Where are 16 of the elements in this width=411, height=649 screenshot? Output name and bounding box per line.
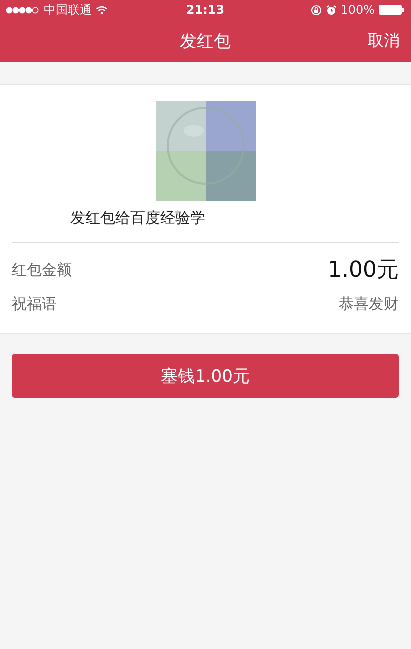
submit-button[interactable]: 塞钱1.00元 (12, 354, 399, 398)
battery-percent: 100% (340, 3, 375, 17)
signal-icon (6, 6, 40, 14)
field-label: 祝福语 (12, 294, 57, 314)
battery-icon (379, 5, 405, 15)
page-title: 发红包 (180, 30, 231, 52)
rotation-lock-icon (310, 4, 322, 16)
field-value[interactable]: 恭喜发财 (339, 294, 399, 314)
alarm-icon (326, 4, 337, 16)
field-label: 红包金额 (12, 260, 72, 280)
carrier-name: 中国联通 (44, 2, 92, 18)
wifi-icon (96, 6, 108, 14)
cancel-button[interactable]: 取消 (366, 29, 402, 54)
recipient-text: 发红包给百度经验学 (70, 209, 206, 228)
field-value[interactable]: 1.00元 (328, 255, 399, 285)
status-time: 21:13 (186, 3, 225, 17)
